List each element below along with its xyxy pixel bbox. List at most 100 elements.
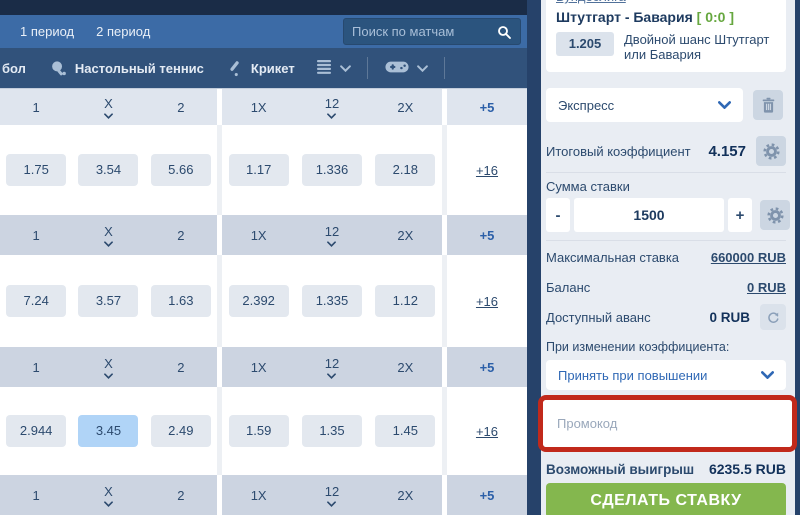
odd-button[interactable]: 2.392 <box>229 285 289 317</box>
header-group: 1X 12 2X <box>222 215 442 255</box>
market-header-1[interactable]: 1 <box>0 488 72 503</box>
odd-button[interactable]: 2.18 <box>375 154 435 186</box>
market-header-1X[interactable]: 1X <box>222 488 295 503</box>
market-header-1[interactable]: 1 <box>0 228 72 243</box>
more-markets-header[interactable]: +5 <box>480 488 495 503</box>
gamepad-icon <box>384 59 410 78</box>
market-header-2[interactable]: 2 <box>145 360 217 375</box>
balance-value-link[interactable]: 0 RUB <box>747 280 786 295</box>
odds-group: 1.59 1.35 1.45 <box>222 387 442 475</box>
odd-button[interactable]: 1.75 <box>6 154 66 186</box>
market-header-1X[interactable]: 1X <box>222 100 295 115</box>
amount-settings-button[interactable] <box>760 200 790 230</box>
sport-item-cricket[interactable]: Крикет <box>226 60 295 77</box>
odd-button[interactable]: 5.66 <box>151 154 211 186</box>
more-sports-menu[interactable] <box>317 60 351 77</box>
market-header-2X[interactable]: 2X <box>369 488 442 503</box>
market-header-label: 12 <box>325 96 339 111</box>
market-header-2X[interactable]: 2X <box>369 228 442 243</box>
tab-period-1[interactable]: 1 период <box>20 24 74 39</box>
odd-button[interactable]: 2.49 <box>151 415 211 447</box>
market-header-1[interactable]: 1 <box>0 100 72 115</box>
market-header-1[interactable]: 1 <box>0 360 72 375</box>
more-odds-link[interactable]: +16 <box>476 294 498 309</box>
games-menu[interactable] <box>384 59 428 78</box>
sport-item-partial[interactable]: бол <box>2 61 26 76</box>
more-markets-header[interactable]: +5 <box>480 100 495 115</box>
odd-button[interactable]: 1.336 <box>302 154 362 186</box>
search-input[interactable] <box>352 24 496 39</box>
odds-group: 2.944 3.45 2.49 <box>0 387 217 475</box>
sport-item-table-tennis[interactable]: Настольный теннис <box>50 60 204 77</box>
amount-input[interactable] <box>574 198 724 232</box>
market-header-label: X <box>104 96 113 111</box>
more-odds-link[interactable]: +16 <box>476 163 498 178</box>
coef-change-select[interactable]: Принять при повышении <box>546 360 786 390</box>
odd-button[interactable]: 2.944 <box>6 415 66 447</box>
market-header-label: 1X <box>251 228 267 243</box>
odd-button[interactable]: 7.24 <box>6 285 66 317</box>
market-header-X[interactable]: X <box>72 356 144 379</box>
chevron-down-icon <box>417 65 428 72</box>
sport-label: Настольный теннис <box>75 61 204 76</box>
market-header-label: 2 <box>177 100 184 115</box>
odd-button[interactable]: 1.45 <box>375 415 435 447</box>
table-tennis-icon <box>50 60 67 77</box>
header-group: 1X122X <box>222 347 442 387</box>
trash-icon <box>760 97 777 114</box>
coef-settings-button[interactable] <box>756 136 786 166</box>
clear-slip-button[interactable] <box>753 90 783 120</box>
odd-button[interactable]: 1.17 <box>229 154 289 186</box>
gear-icon <box>762 142 781 161</box>
place-bet-button[interactable]: СДЕЛАТЬ СТАВКУ <box>546 483 786 515</box>
market-header-label: 2 <box>177 488 184 503</box>
odds-group: 7.24 3.57 1.63 <box>0 255 217 347</box>
market-header-12[interactable]: 12 <box>295 484 368 507</box>
market-header-label: 12 <box>325 224 339 239</box>
market-header-2X[interactable]: 2X <box>369 360 442 375</box>
header-group: +5 <box>447 347 527 387</box>
more-markets-header[interactable]: +5 <box>480 228 495 243</box>
market-header-2[interactable]: 2 <box>145 228 217 243</box>
chevron-down-icon <box>104 501 113 507</box>
odd-button[interactable]: 3.57 <box>78 285 138 317</box>
market-header-label: 12 <box>325 484 339 499</box>
market-header-X[interactable]: X <box>72 224 144 247</box>
more-odds-link[interactable]: +16 <box>476 424 498 439</box>
market-header-1X[interactable]: 1X <box>222 360 295 375</box>
match-search[interactable] <box>343 18 521 45</box>
amount-minus-button[interactable]: - <box>546 198 570 232</box>
market-header-2[interactable]: 2 <box>145 488 217 503</box>
header-group: 1X2 <box>0 215 217 255</box>
max-bet-value-link[interactable]: 660000 RUB <box>711 250 786 265</box>
market-header-X[interactable]: X <box>72 96 144 119</box>
market-header-12[interactable]: 12 <box>295 356 368 379</box>
nav-divider <box>367 57 368 79</box>
tab-period-2[interactable]: 2 период <box>96 24 150 39</box>
sports-nav-bar: бол Настольный теннис <box>0 48 527 88</box>
market-header-row: 1X21X122X+5 <box>0 215 527 255</box>
market-header-12[interactable]: 12 <box>295 224 368 247</box>
odd-button[interactable]: 1.59 <box>229 415 289 447</box>
amount-plus-button[interactable]: + <box>728 198 752 232</box>
market-header-1X[interactable]: 1X <box>222 228 295 243</box>
market-header-12[interactable]: 12 <box>295 96 368 119</box>
total-coef-value: 4.157 <box>708 143 746 160</box>
refresh-advance-button[interactable] <box>760 304 786 330</box>
promo-code-input[interactable] <box>543 400 792 447</box>
advance-row: Доступный аванс 0 RUB <box>546 303 786 331</box>
odd-button[interactable]: 1.63 <box>151 285 211 317</box>
odd-button[interactable]: 1.12 <box>375 285 435 317</box>
odd-button[interactable]: 1.35 <box>302 415 362 447</box>
league-link[interactable]: Бундеслига <box>556 0 626 4</box>
odd-button[interactable]: 3.45 <box>78 415 138 447</box>
odd-button[interactable]: 1.335 <box>302 285 362 317</box>
more-markets-header[interactable]: +5 <box>480 360 495 375</box>
market-header-X[interactable]: X <box>72 484 144 507</box>
market-header-2X[interactable]: 2X <box>369 100 442 115</box>
market-header-label: 2X <box>397 228 413 243</box>
bet-mode-select[interactable]: Экспресс <box>546 88 743 122</box>
refresh-icon <box>766 310 781 325</box>
market-header-2[interactable]: 2 <box>145 100 217 115</box>
odd-button[interactable]: 3.54 <box>78 154 138 186</box>
